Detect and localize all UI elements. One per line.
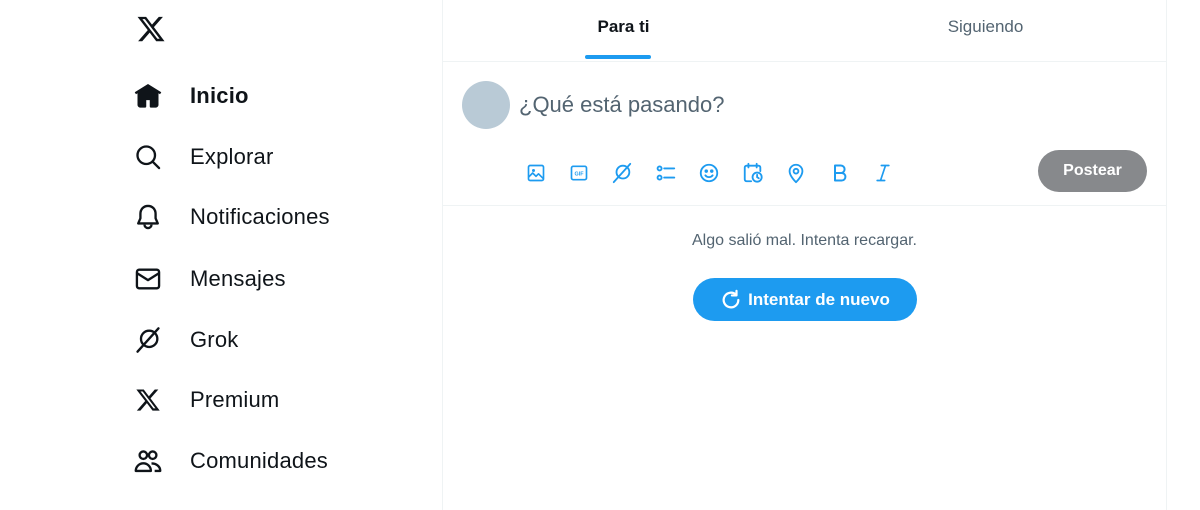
sidebar-item-grok[interactable]: Grok <box>120 315 252 365</box>
svg-text:GIF: GIF <box>574 172 584 178</box>
post-composer: GIF Postear <box>443 62 1166 206</box>
sidebar-item-mensajes[interactable]: Mensajes <box>120 254 300 304</box>
compose-input[interactable] <box>519 88 1119 122</box>
home-icon <box>134 82 162 110</box>
italic-icon[interactable] <box>868 158 898 188</box>
main-column: Para ti Siguiendo GIF <box>442 0 1167 510</box>
retry-button[interactable]: Intentar de nuevo <box>693 278 917 321</box>
bell-icon <box>134 203 162 231</box>
emoji-icon[interactable] <box>694 158 724 188</box>
sidebar-item-label: Premium <box>190 387 280 412</box>
sidebar-item-label: Mensajes <box>190 266 286 291</box>
sidebar-item-inicio[interactable]: Inicio <box>120 71 263 121</box>
tab-label: Para ti <box>597 16 650 36</box>
search-icon <box>134 143 162 171</box>
location-icon[interactable] <box>781 158 811 188</box>
tab-label: Siguiendo <box>947 16 1024 36</box>
tab-para-ti[interactable]: Para ti <box>443 0 804 61</box>
envelope-icon <box>134 265 162 293</box>
schedule-icon[interactable] <box>738 158 768 188</box>
sidebar-item-notificaciones[interactable]: Notificaciones <box>120 192 344 242</box>
sidebar-item-premium[interactable]: Premium <box>120 375 293 425</box>
gif-icon[interactable]: GIF <box>564 158 594 188</box>
poll-icon[interactable] <box>651 158 681 188</box>
sidebar-item-label: Grok <box>190 327 239 352</box>
sidebar-item-label: Notificaciones <box>190 204 330 229</box>
x-premium-icon <box>134 386 162 414</box>
refresh-icon <box>720 289 742 311</box>
grok-icon[interactable] <box>607 158 637 188</box>
bold-icon[interactable] <box>825 158 855 188</box>
sidebar-item-label: Inicio <box>190 83 249 108</box>
active-tab-indicator <box>585 55 651 59</box>
sidebar: Inicio Explorar Notificaciones Mensajes … <box>0 0 442 510</box>
post-button[interactable]: Postear <box>1038 150 1147 192</box>
avatar[interactable] <box>462 81 510 129</box>
retry-label: Intentar de nuevo <box>748 289 890 309</box>
sidebar-item-comunidades[interactable]: Comunidades <box>120 436 342 486</box>
grok-icon <box>134 326 162 354</box>
tab-siguiendo[interactable]: Siguiendo <box>805 0 1166 61</box>
sidebar-item-explorar[interactable]: Explorar <box>120 132 288 182</box>
communities-icon <box>134 447 162 475</box>
timeline-tabs: Para ti Siguiendo <box>443 0 1166 62</box>
sidebar-item-label: Explorar <box>190 144 274 169</box>
x-logo-icon[interactable] <box>134 12 168 46</box>
error-message: Algo salió mal. Intenta recargar. <box>691 232 917 249</box>
image-icon[interactable] <box>521 158 551 188</box>
sidebar-item-label: Comunidades <box>190 448 328 473</box>
